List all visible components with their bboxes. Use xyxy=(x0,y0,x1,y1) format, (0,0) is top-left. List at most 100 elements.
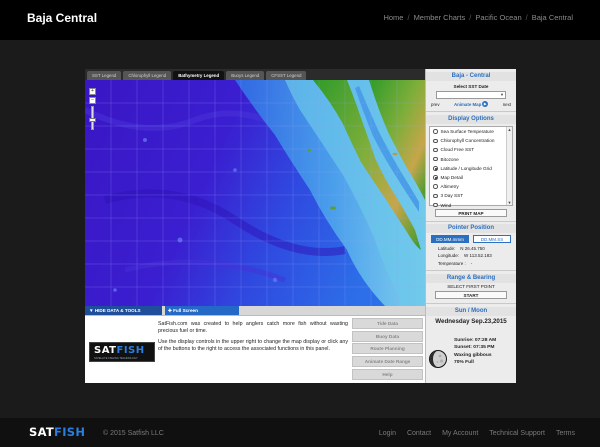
longitude-label: Longitude: xyxy=(438,253,460,259)
prev-button[interactable]: prev xyxy=(431,102,440,107)
tab-cfsst-legend[interactable]: CFSST Legend xyxy=(266,71,307,80)
site-title[interactable]: Baja Central xyxy=(27,11,97,25)
divider xyxy=(426,269,516,271)
top-nav: Home / Member Charts / Pacific Ocean / B… xyxy=(383,13,573,22)
moon-illumination: 70% Full xyxy=(454,359,474,365)
zoom-slider-handle[interactable] xyxy=(89,118,96,122)
scroll-down-icon[interactable]: ▼ xyxy=(507,200,512,205)
footer-terms-link[interactable]: Terms xyxy=(556,430,575,437)
latitude-label: Latitude: xyxy=(438,245,456,251)
option-lat-lon-grid[interactable]: Latitude / Longitude Grid xyxy=(430,164,512,173)
radio-checked-icon xyxy=(433,166,438,171)
radio-checked-icon xyxy=(433,175,438,180)
scroll-up-icon[interactable]: ▲ xyxy=(507,127,512,132)
format-dd-mm-ss-button[interactable]: DD.MM.SS xyxy=(473,235,511,243)
nav-pacific-ocean[interactable]: Pacific Ocean xyxy=(475,13,521,22)
option-bitozone[interactable]: Bitozone xyxy=(430,155,512,164)
nav-home[interactable]: Home xyxy=(383,13,403,22)
option-wind[interactable]: Wind xyxy=(430,201,512,210)
logo-wordmark: SATFISH xyxy=(94,345,145,356)
option-label: Sea Surface Temperature xyxy=(440,129,494,135)
footer-logo[interactable]: SATFISH xyxy=(29,425,85,439)
tab-bathymetry-legend[interactable]: Bathymetry Legend xyxy=(173,71,225,80)
options-scrollbar[interactable]: ▲ ▼ xyxy=(506,127,512,205)
option-label: Bitozone xyxy=(440,156,459,162)
animate-date-range-button[interactable]: Animate Date Range xyxy=(352,356,423,368)
help-button[interactable]: Help xyxy=(352,368,423,380)
nav-baja-central[interactable]: Baja Central xyxy=(532,13,573,22)
radio-icon xyxy=(433,138,438,144)
play-icon: ▶ xyxy=(482,101,489,107)
tab-sst-legend[interactable]: SST Legend xyxy=(87,71,122,80)
animate-row: prev Animate Map ▶ next xyxy=(426,99,516,107)
radio-icon xyxy=(433,193,438,199)
temperature-value: - xyxy=(470,260,473,266)
option-chlorophyll[interactable]: Chlorophyll Concentration xyxy=(430,136,512,145)
format-dd-mm-mmm-button[interactable]: DD.MM.mmm xyxy=(431,235,469,243)
animate-map-button[interactable]: Animate Map ▶ xyxy=(453,101,489,107)
option-label: 3 Day SST xyxy=(440,193,464,199)
option-label: Latitude / Longitude Grid xyxy=(440,165,492,171)
temperature-label: Temperature : xyxy=(438,260,466,266)
animate-map-label: Animate Map xyxy=(453,101,482,107)
info-paragraph-1: SatFish.com was created to help anglers … xyxy=(158,321,348,334)
logo-sat-text: SAT xyxy=(94,345,117,356)
radio-icon xyxy=(433,184,438,189)
site-header: Baja Central Home / Member Charts / Paci… xyxy=(0,0,600,40)
tool-buttons: Tide Data Buoy Data Route Planning Anima… xyxy=(352,318,423,381)
divider xyxy=(426,111,516,112)
sst-date-select[interactable]: ▼ xyxy=(436,91,506,99)
divider xyxy=(426,302,516,304)
satfish-logo: SATFISH SATELLITE FISHING TECHNOLOGY xyxy=(89,342,155,362)
footer-login-link[interactable]: Login xyxy=(379,430,396,437)
region-title: Baja - Central xyxy=(426,72,516,81)
option-cloud-free-sst[interactable]: Cloud Free SST xyxy=(430,145,512,154)
copyright: © 2015 Satfish LLC xyxy=(103,430,164,437)
temperature-readout: Temperature :- xyxy=(426,261,516,266)
option-map-detail[interactable]: Map Detail xyxy=(430,173,512,182)
divider xyxy=(426,221,516,222)
sun-moon-values: Sunrise: 07:28 AM Sunset: 07:35 PM Waxin… xyxy=(454,338,496,366)
moon-icon xyxy=(429,350,447,368)
longitude-value: W 113.52.183 xyxy=(464,253,492,259)
option-label: Altimetry xyxy=(440,184,459,190)
print-map-button[interactable]: PRINT MAP xyxy=(435,209,507,217)
display-options-list: Sea Surface Temperature Chlorophyll Conc… xyxy=(429,126,513,208)
footer-links: Login Contact My Account Technical Suppo… xyxy=(379,430,575,437)
footer-my-account-link[interactable]: My Account xyxy=(442,430,478,437)
map-canvas[interactable] xyxy=(85,80,425,306)
sun-moon-title: Sun / Moon xyxy=(426,306,516,316)
legend-tabs: SST Legend Chlorophyll Legend Bathymetry… xyxy=(85,69,425,80)
display-options-title: Display Options xyxy=(426,115,516,124)
moon-phase: Waxing gibbous xyxy=(454,353,492,358)
footer-contact-link[interactable]: Contact xyxy=(407,430,431,437)
zoom-control: + − xyxy=(89,88,96,142)
chevron-down-icon: ▼ xyxy=(500,92,504,97)
latitude-readout: Latitude: N 26.45.750 xyxy=(426,246,516,251)
tab-buoys-legend[interactable]: Buoys Legend xyxy=(226,71,265,80)
info-paragraph-2: Use the display controls in the upper ri… xyxy=(158,339,348,352)
option-altimetry[interactable]: Altimetry xyxy=(430,182,512,191)
nav-member-charts[interactable]: Member Charts xyxy=(414,13,466,22)
route-planning-button[interactable]: Route Planning xyxy=(352,343,423,355)
buoy-data-button[interactable]: Buoy Data xyxy=(352,330,423,342)
hide-data-tools-tab[interactable]: ▼ HIDE DATA & TOOLS xyxy=(85,306,162,315)
full-screen-tab[interactable]: ✚ Full Screen xyxy=(165,306,239,315)
zoom-in-button[interactable]: + xyxy=(89,88,96,95)
zoom-out-button[interactable]: − xyxy=(89,97,96,104)
bathymetry-map[interactable]: + − xyxy=(85,80,425,306)
range-bearing-title: Range & Bearing xyxy=(426,273,516,283)
control-panel: Baja - Central Select SST Date ▼ prev An… xyxy=(425,69,516,383)
tab-chlorophyll-legend[interactable]: Chlorophyll Legend xyxy=(123,71,172,80)
footer-technical-support-link[interactable]: Technical Support xyxy=(489,430,545,437)
radio-icon xyxy=(433,202,438,208)
option-sst[interactable]: Sea Surface Temperature xyxy=(430,127,512,136)
pointer-position-title: Pointer Position xyxy=(426,224,516,233)
info-description: SatFish.com was created to help anglers … xyxy=(158,321,348,357)
next-button[interactable]: next xyxy=(503,102,511,107)
start-button[interactable]: START xyxy=(435,290,507,299)
radio-icon xyxy=(433,147,438,153)
logo-tagline: SATELLITE FISHING TECHNOLOGY xyxy=(94,357,138,360)
tide-data-button[interactable]: Tide Data xyxy=(352,318,423,329)
option-3-day-sst[interactable]: 3 Day SST xyxy=(430,191,512,200)
